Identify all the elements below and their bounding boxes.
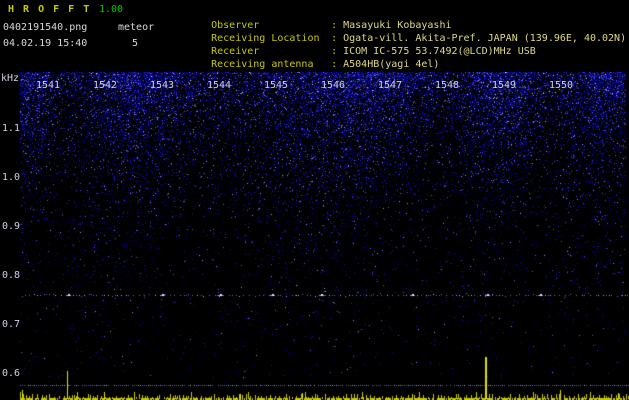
info-value: Ogata-vill. Akita-Pref. JAPAN (139.96E, …	[343, 33, 627, 44]
info-label: Receiving Location	[211, 33, 320, 44]
x-tick-1543: 1543	[149, 80, 175, 91]
x-tick-1542: 1542	[92, 80, 118, 91]
info-label: Receiver	[211, 46, 260, 57]
y-tick-1.1: 1.1	[2, 123, 21, 134]
hrofft-window: H R O F F T 1.00 0402191540.png meteor 0…	[0, 0, 629, 400]
y-tick-0.8: 0.8	[2, 270, 21, 281]
output-filename: 0402191540.png	[3, 22, 88, 33]
app-title: H R O F F T	[8, 4, 91, 15]
x-tick-1548: 1548	[434, 80, 460, 91]
station-info: Observer: Masayuki Kobayashi Receiving Lo…	[175, 6, 627, 70]
label-separator: :	[331, 59, 338, 70]
info-label: Receiving antenna	[211, 59, 314, 70]
x-tick-1544: 1544	[206, 80, 232, 91]
x-tick-1545: 1545	[263, 80, 289, 91]
echo-count: 5	[132, 38, 139, 49]
info-row-observer: Observer: Masayuki Kobayashi	[175, 6, 626, 31]
observation-mode: meteor	[118, 22, 155, 33]
y-axis-unit-label: kHz	[1, 73, 20, 84]
y-tick-0.9: 0.9	[2, 221, 21, 232]
x-tick-1541: 1541	[35, 80, 61, 91]
x-tick-1546: 1546	[320, 80, 346, 91]
info-value: A504HB(yagi 4el)	[343, 59, 440, 70]
y-tick-0.7: 0.7	[2, 319, 21, 330]
x-tick-1547: 1547	[377, 80, 403, 91]
label-separator: :	[331, 46, 338, 57]
x-tick-1549: 1549	[491, 80, 517, 91]
label-separator: :	[331, 33, 338, 44]
timestamp: 04.02.19 15:40	[3, 38, 88, 49]
y-tick-1.0: 1.0	[2, 172, 21, 183]
info-value: Masayuki Kobayashi	[343, 20, 452, 31]
label-separator: :	[331, 20, 338, 31]
spectrogram-canvas	[0, 72, 629, 400]
app-version: 1.00	[99, 4, 124, 15]
info-value: ICOM IC-575 53.7492(@LCD)MHz USB	[343, 46, 536, 57]
x-tick-1550: 1550	[548, 80, 574, 91]
info-label: Observer	[211, 20, 260, 31]
y-tick-0.6: 0.6	[2, 368, 21, 379]
